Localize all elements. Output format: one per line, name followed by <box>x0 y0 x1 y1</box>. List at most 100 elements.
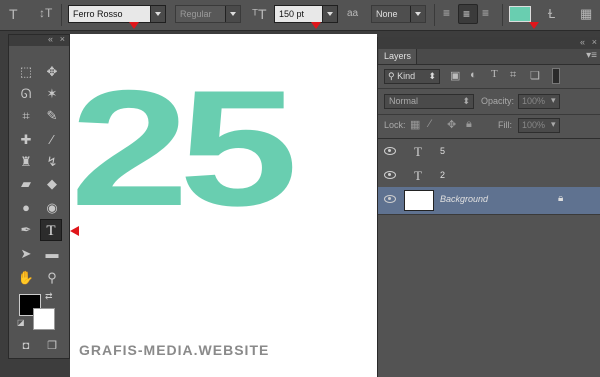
align-left-icon: ≡ <box>443 6 451 20</box>
filter-type-icon[interactable]: T <box>491 68 498 80</box>
close-icon[interactable]: × <box>592 37 597 47</box>
character-panel-icon[interactable]: ▦ <box>580 6 592 22</box>
align-left-button[interactable]: ≡ <box>440 4 458 24</box>
swap-colors-icon[interactable]: ⇄ <box>45 291 53 302</box>
blend-mode-select[interactable]: Normal ⬍ <box>384 94 474 109</box>
dodge-tool-icon[interactable]: ◉ <box>41 197 63 219</box>
paint-bucket-tool-icon[interactable]: ◆ <box>41 173 63 195</box>
filter-toggle[interactable] <box>552 68 560 84</box>
filter-shape-icon[interactable]: ⌗ <box>510 69 516 82</box>
filter-kind-value: Kind <box>397 71 416 81</box>
collapse-icon[interactable]: « <box>580 37 585 47</box>
lock-icon[interactable]: 🔒︎ <box>558 193 563 204</box>
chevron-down-icon[interactable]: ▾ <box>551 119 556 130</box>
layer-name: 2 <box>440 170 446 180</box>
pen-tool-icon[interactable]: ✒ <box>15 219 37 241</box>
collapse-icon[interactable]: « <box>48 34 53 44</box>
filter-pixel-icon[interactable]: ▣ <box>450 69 460 82</box>
watermark: GRAFIS-MEDIA.WEBSITE <box>79 342 270 358</box>
align-right-icon: ≡ <box>482 6 490 20</box>
antialias-select[interactable]: None <box>371 5 426 23</box>
layers-panel-header[interactable]: « × <box>378 37 600 49</box>
chevron-down-icon[interactable] <box>225 6 240 22</box>
filter-adjustment-icon[interactable]: ◐ <box>470 69 477 81</box>
healing-brush-tool-icon[interactable]: ✚ <box>15 129 37 151</box>
antialias-label: aa <box>347 8 359 19</box>
hand-tool-icon[interactable]: ✋ <box>15 267 37 289</box>
font-style-select[interactable]: Regular <box>175 5 241 23</box>
lock-label: Lock: <box>384 120 406 130</box>
panel-menu-icon[interactable]: ▾≡ <box>586 50 597 61</box>
tab-layers[interactable]: Layers <box>379 49 418 64</box>
chevron-down-icon[interactable]: ▾ <box>551 95 556 106</box>
search-icon: ⚲ <box>388 71 398 81</box>
lock-all-icon[interactable]: 🔒︎ <box>466 118 472 131</box>
visibility-eye-icon[interactable] <box>384 195 396 203</box>
filter-smart-object-icon[interactable]: ❏ <box>530 69 540 82</box>
toolbox-panel: « × ⬚ ✥ ᘏ ✶ ⌗ ✎ ✚ ⁄ ♜ ↯ ▰ ◆ ● ◉ ✒ T ➤ ▬ … <box>8 34 70 359</box>
visibility-eye-icon[interactable] <box>384 171 396 179</box>
close-icon[interactable]: × <box>60 34 65 44</box>
blend-mode-value: Normal <box>389 96 419 106</box>
annotation-arrow <box>129 22 139 29</box>
chevron-down-icon[interactable] <box>410 6 425 22</box>
antialias-value: None <box>376 9 398 19</box>
toggle-text-orientation-icon[interactable]: ↕T <box>39 6 52 20</box>
lock-transparent-icon[interactable]: ▦ <box>410 118 420 131</box>
move-tool-icon[interactable]: ✥ <box>41 61 63 83</box>
history-brush-tool-icon[interactable]: ↯ <box>41 151 63 173</box>
toolbox-header[interactable]: « × <box>9 34 69 46</box>
marquee-tool-icon[interactable]: ⬚ <box>15 61 37 83</box>
chevron-down-icon: ⬍ <box>462 96 470 106</box>
eyedropper-tool-icon[interactable]: ✎ <box>41 105 63 127</box>
layer-row[interactable]: T 2 <box>378 163 600 190</box>
crop-tool-icon[interactable]: ⌗ <box>15 105 37 127</box>
lock-position-icon[interactable]: ✥ <box>447 118 456 131</box>
annotation-arrow <box>529 22 539 29</box>
layers-tab-bar: Layers ▾≡ <box>378 49 600 65</box>
font-family-select[interactable]: Ferro Rosso <box>68 5 166 23</box>
align-center-button[interactable]: ≡ <box>458 4 478 24</box>
lock-image-icon[interactable]: ⁄ <box>429 118 431 130</box>
text-layer-icon: T <box>414 168 422 183</box>
chevron-down-icon[interactable] <box>150 6 165 22</box>
path-selection-tool-icon[interactable]: ➤ <box>15 243 37 265</box>
opacity-value: 100% <box>522 96 546 106</box>
layer-row[interactable]: T 5 <box>378 139 600 166</box>
fill-label: Fill: <box>498 120 512 130</box>
options-bar: T ↕T Ferro Rosso Regular ᵀT 150 pt aa No… <box>0 0 600 31</box>
default-colors-icon[interactable]: ◪ <box>17 318 25 327</box>
magic-wand-tool-icon[interactable]: ✶ <box>41 83 63 105</box>
clone-stamp-tool-icon[interactable]: ♜ <box>15 151 37 173</box>
annotation-arrow <box>311 22 321 29</box>
brush-tool-icon[interactable]: ⁄ <box>41 129 63 151</box>
zoom-tool-icon[interactable]: ⚲ <box>41 267 63 289</box>
type-tool-selected[interactable]: T <box>40 219 62 241</box>
filter-kind-select[interactable]: ⚲ Kind ⬍ <box>384 69 440 84</box>
font-family-value: Ferro Rosso <box>73 9 123 19</box>
font-size-select[interactable]: 150 pt <box>274 5 338 23</box>
layer-row-selected[interactable]: Background 🔒︎ <box>378 187 600 215</box>
quick-mask-icon[interactable]: ◘ <box>15 335 37 357</box>
type-tool-icon[interactable]: T <box>9 6 18 22</box>
lasso-tool-icon[interactable]: ᘏ <box>15 83 37 105</box>
canvas-text-layer[interactable]: 25 <box>70 66 298 231</box>
align-center-icon: ≡ <box>463 7 471 21</box>
blur-tool-icon[interactable]: ● <box>15 197 37 219</box>
layers-panel: « × Layers ▾≡ ⚲ Kind ⬍ ▣ ◐ T ⌗ ❏ Normal … <box>377 37 600 377</box>
layer-thumbnail <box>404 190 434 211</box>
align-right-button[interactable]: ≡ <box>479 4 497 24</box>
eraser-tool-icon[interactable]: ▰ <box>15 173 37 195</box>
chevron-down-icon[interactable] <box>322 6 337 22</box>
screen-mode-icon[interactable]: ❐ <box>41 335 63 357</box>
font-size-value: 150 pt <box>279 9 305 19</box>
rectangle-tool-icon[interactable]: ▬ <box>41 243 63 265</box>
annotation-arrow <box>70 226 79 236</box>
font-size-icon: ᵀT <box>252 6 267 22</box>
background-color-swatch[interactable] <box>33 308 55 330</box>
text-layer-icon: T <box>414 144 422 159</box>
chevron-down-icon: ⬍ <box>428 71 436 81</box>
visibility-eye-icon[interactable] <box>384 147 396 155</box>
text-color-swatch[interactable] <box>509 6 531 22</box>
warp-text-icon[interactable]: Ɫ <box>548 6 555 21</box>
